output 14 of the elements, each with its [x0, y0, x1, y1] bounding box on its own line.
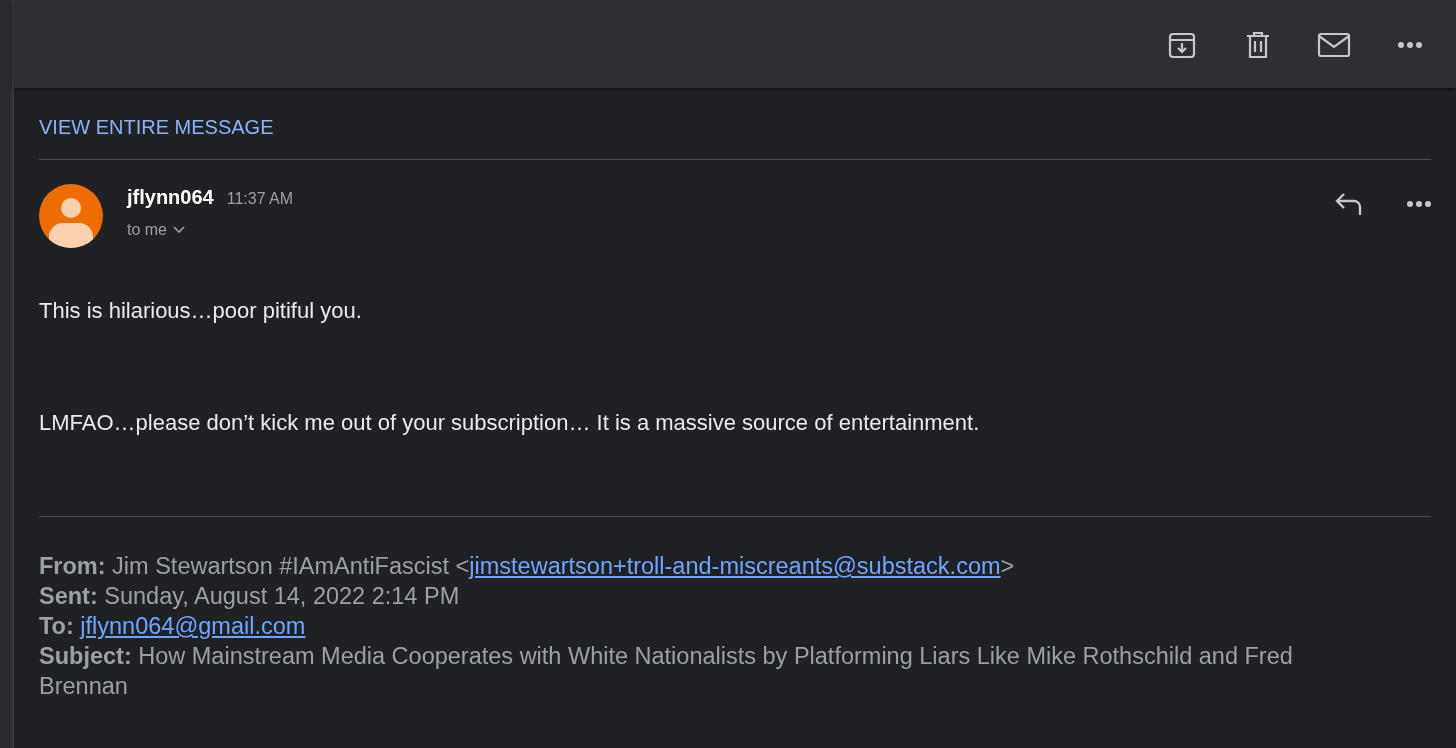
avatar-icon: [39, 184, 103, 248]
chevron-down-icon: [173, 226, 185, 234]
message-time: 11:37 AM: [226, 190, 294, 208]
sender-name: jflynn064: [127, 186, 214, 209]
email-link[interactable]: jimstewartson+troll-and-miscreants@substack.com: [469, 553, 1001, 579]
quoted-header-line: From: Jim Stewartson #IAmAntiFascist <jimstewartson+troll-and-miscreants@substack.com>: [39, 552, 1016, 581]
quoted-header-line: Subject: How Mainstream Media Cooperates with White Nationalists by Platforming Liars Like Mike Rothschild and Fred Brennan: [39, 642, 1294, 701]
quoted-header-line: To: jflynn064@gmail.com: [39, 612, 307, 641]
email-link[interactable]: jflynn064@gmail.com: [80, 613, 306, 639]
message-paragraph: LMFAO…please don’t kick me out of your subscription… It is a massive source of entertainment.: [39, 410, 981, 436]
message-paragraph: This is hilarious…poor pitiful you.: [39, 298, 363, 324]
view-entire-message-link[interactable]: VIEW ENTIRE MESSAGE: [39, 116, 274, 139]
recipient-dropdown[interactable]: to me: [127, 221, 185, 239]
quoted-header-line: Sent: Sunday, August 14, 2022 2:14 PM: [39, 582, 461, 611]
